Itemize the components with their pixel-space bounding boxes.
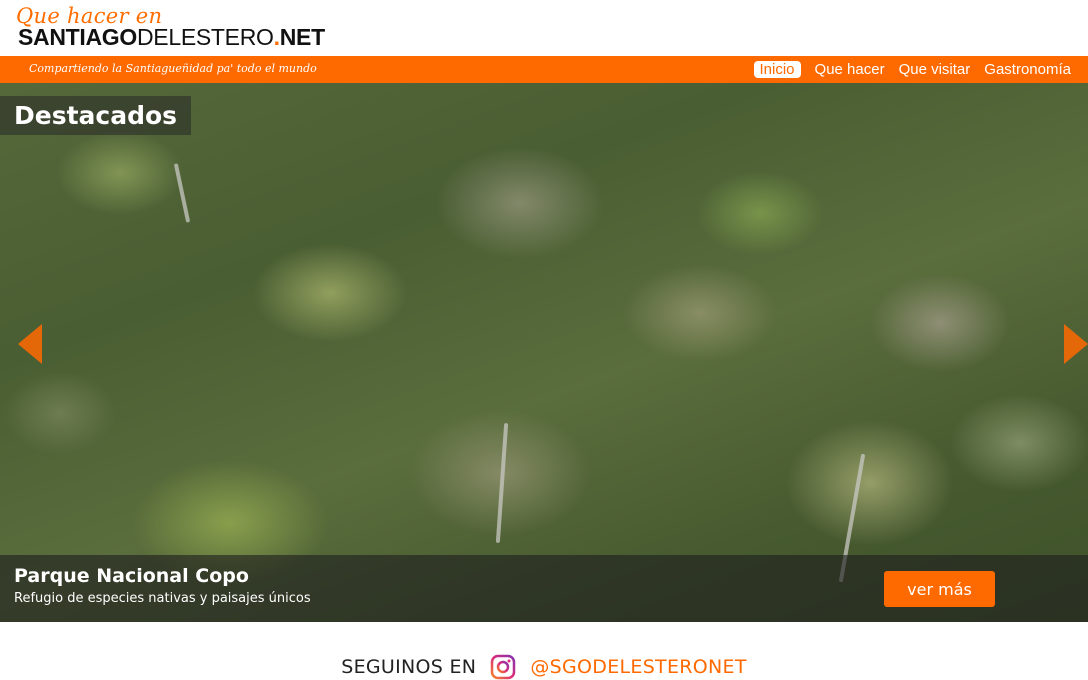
nav-menu: Inicio Que hacer Que visitar Gastronomía: [753, 59, 1071, 80]
main-navbar: Compartiendo la Santiagueñidad pa' todo …: [0, 56, 1088, 83]
nav-item-inicio[interactable]: Inicio: [753, 61, 801, 78]
tree-trunk-decoration: [495, 423, 509, 543]
instagram-icon[interactable]: [490, 654, 516, 680]
site-tagline: Compartiendo la Santiagueñidad pa' todo …: [29, 62, 317, 75]
slide-subtitle: Refugio de especies nativas y paisajes ú…: [14, 591, 311, 606]
logo-word-delestero: DELESTERO: [137, 24, 274, 50]
nav-item-gastronomia[interactable]: Gastronomía: [984, 61, 1071, 78]
tree-trunk-decoration: [173, 163, 191, 223]
chevron-left-icon[interactable]: [18, 324, 42, 364]
logo-wordmark: SANTIAGODELESTERO.NET: [18, 24, 325, 51]
section-title-box: Destacados: [0, 96, 192, 135]
social-follow: SEGUINOS EN @SGODELESTERONET: [0, 654, 1088, 680]
logo-word-santiago: SANTIAGO: [18, 24, 137, 50]
section-title: Destacados: [14, 101, 178, 130]
site-logo[interactable]: Que hacer en SANTIAGODELESTERO.NET: [14, 4, 344, 52]
nav-item-que-visitar[interactable]: Que visitar: [899, 61, 971, 78]
slide-caption: Parque Nacional Copo Refugio de especies…: [0, 555, 1088, 622]
slide-title: Parque Nacional Copo: [14, 565, 249, 587]
ver-mas-button[interactable]: ver más: [884, 571, 995, 607]
follow-label: SEGUINOS EN: [341, 656, 477, 678]
chevron-right-icon[interactable]: [1064, 324, 1088, 364]
logo-word-net: NET: [279, 24, 325, 50]
site-header: Que hacer en SANTIAGODELESTERO.NET: [0, 0, 1088, 56]
instagram-handle-link[interactable]: @SGODELESTERONET: [530, 656, 746, 678]
nav-item-que-hacer[interactable]: Que hacer: [815, 61, 885, 78]
featured-carousel: Destacados Parque Nacional Copo Refugio …: [0, 83, 1088, 622]
